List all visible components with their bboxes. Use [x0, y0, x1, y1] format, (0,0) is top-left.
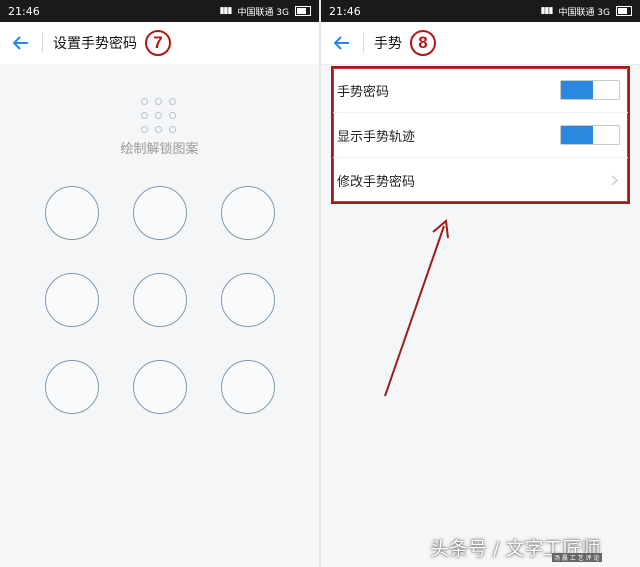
right-screen: 21:46 ▮▮▮ 中国联通 3G 手势 8 手势密码 显示手势轨迹 修改手势密… — [321, 0, 640, 567]
pattern-dot-3[interactable] — [221, 186, 275, 240]
battery-icon — [295, 6, 311, 16]
preview-dot — [141, 98, 148, 105]
header-bar: 设置手势密码 7 — [0, 22, 319, 65]
status-time: 21:46 — [8, 4, 40, 18]
preview-dot — [155, 126, 162, 133]
pattern-grid[interactable] — [45, 186, 275, 414]
pattern-dot-9[interactable] — [221, 360, 275, 414]
preview-dot — [141, 126, 148, 133]
preview-dot — [155, 98, 162, 105]
page-title: 设置手势密码 — [53, 36, 137, 52]
gesture-area[interactable]: 绘制解锁图案 — [0, 64, 319, 567]
pattern-dot-8[interactable] — [133, 360, 187, 414]
annotation-arrow — [384, 219, 449, 397]
pattern-dot-1[interactable] — [45, 186, 99, 240]
pattern-dot-5[interactable] — [133, 273, 187, 327]
header-divider — [42, 33, 43, 53]
preview-dot — [141, 112, 148, 119]
preview-dot — [169, 126, 176, 133]
carrier-label: 中国联通 3G — [237, 7, 289, 18]
draw-hint: 绘制解锁图案 — [120, 142, 199, 157]
watermark-badge: 汤 晨 工 艺 评 论 — [552, 553, 602, 562]
pattern-dot-7[interactable] — [45, 360, 99, 414]
preview-dot — [155, 112, 162, 119]
signal-icon: ▮▮▮ — [219, 6, 233, 16]
pattern-dot-4[interactable] — [45, 273, 99, 327]
status-icons: ▮▮▮ 中国联通 3G — [220, 5, 311, 18]
pattern-dot-6[interactable] — [221, 273, 275, 327]
left-screen: 21:46 ▮▮▮ 中国联通 3G 设置手势密码 7 绘制解锁图案 — [0, 0, 319, 567]
step-badge: 7 — [145, 30, 171, 56]
pattern-preview-icon — [141, 98, 181, 138]
preview-dot — [169, 112, 176, 119]
status-bar: 21:46 ▮▮▮ 中国联通 3G — [0, 0, 319, 22]
preview-dot — [169, 98, 176, 105]
back-arrow-icon[interactable] — [0, 22, 42, 64]
pattern-dot-2[interactable] — [133, 186, 187, 240]
